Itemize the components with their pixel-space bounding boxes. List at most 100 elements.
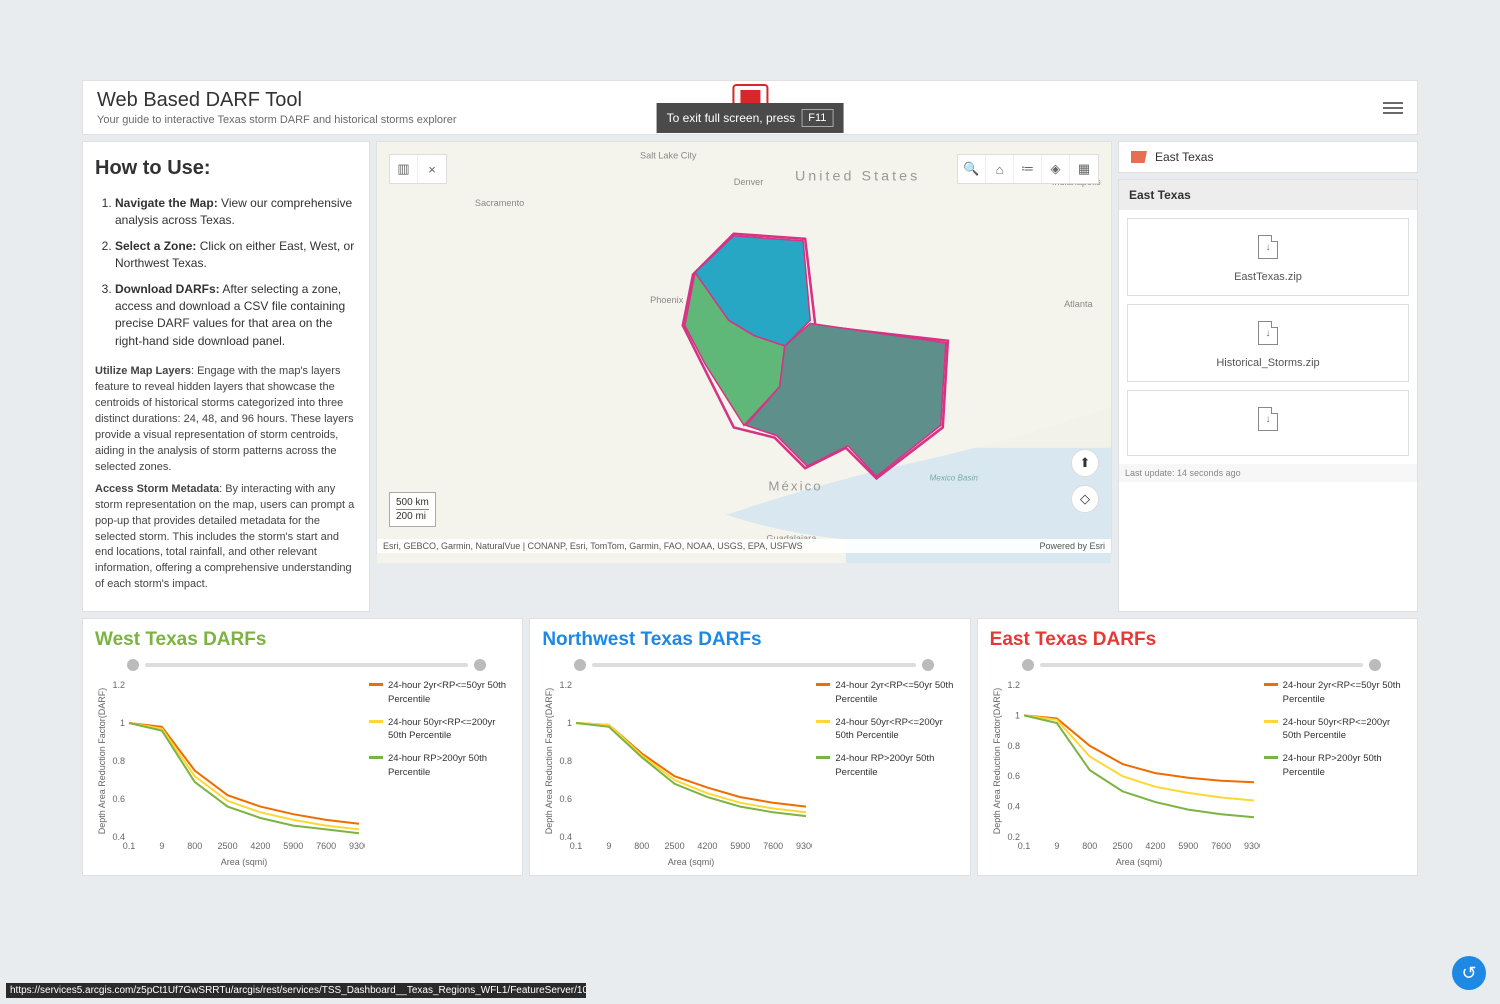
chart-northwest: 0.40.60.811.20.1980025004200590076009300… <box>542 679 812 869</box>
svg-text:7600: 7600 <box>1211 841 1231 851</box>
menu-button[interactable] <box>1383 99 1403 117</box>
chart-slider[interactable] <box>990 659 1405 671</box>
slider-handle-right[interactable] <box>1369 659 1381 671</box>
layers-button[interactable]: ◈ <box>1042 155 1070 183</box>
country-label: México <box>768 479 822 494</box>
download-item[interactable]: Historical_Storms.zip <box>1127 304 1409 382</box>
charts-row: West Texas DARFs 0.4 0.6 0.8 1 1.2 0.1 9 800 250… <box>82 618 1418 876</box>
city-label: Phoenix <box>650 295 684 305</box>
svg-text:0.1: 0.1 <box>570 841 583 851</box>
legend-swatch <box>816 756 830 759</box>
svg-text:Depth Area Reduction Factor(DA: Depth Area Reduction Factor(DARF) <box>97 688 107 835</box>
compass-button[interactable]: ⬆ <box>1071 449 1099 477</box>
svg-text:0.6: 0.6 <box>112 794 125 804</box>
last-update-text: Last update: 14 seconds ago <box>1119 464 1417 482</box>
svg-text:Depth Area Reduction Factor(DA: Depth Area Reduction Factor(DARF) <box>544 688 554 835</box>
chart-legend: 24-hour 2yr<RP<=50yr 50th Percentile 24-… <box>365 679 510 869</box>
svg-text:1: 1 <box>567 718 572 728</box>
download-filename: Historical_Storms.zip <box>1216 357 1319 369</box>
downloads-header: East Texas <box>1119 180 1417 210</box>
svg-text:2500: 2500 <box>218 841 238 851</box>
file-download-icon <box>1258 407 1278 431</box>
slider-handle-left[interactable] <box>1022 659 1034 671</box>
svg-text:Area (sqmi): Area (sqmi) <box>1115 857 1162 867</box>
map-attribution: Esri, GEBCO, Garmin, NaturalVue | CONANP… <box>377 539 1111 553</box>
file-download-icon <box>1258 235 1278 259</box>
chart-slider[interactable] <box>542 659 957 671</box>
svg-text:1.2: 1.2 <box>112 680 125 690</box>
city-label: Salt Lake City <box>640 150 697 160</box>
bookmark-button[interactable]: ▥ <box>390 155 418 183</box>
chart-legend: 24-hour 2yr<RP<=50yr 50th Percentile 24-… <box>812 679 957 869</box>
how-to-use-heading: How to Use: <box>95 154 357 183</box>
legend-swatch <box>816 720 830 723</box>
svg-text:0.4: 0.4 <box>1007 802 1020 812</box>
selected-zone-card[interactable]: East Texas <box>1118 141 1418 173</box>
svg-text:9: 9 <box>159 841 164 851</box>
basin-label: Mexico Basin <box>930 473 979 482</box>
svg-text:0.8: 0.8 <box>112 756 125 766</box>
slider-handle-right[interactable] <box>922 659 934 671</box>
refresh-button[interactable]: ↺ <box>1452 956 1486 990</box>
slider-handle-left[interactable] <box>127 659 139 671</box>
svg-text:7600: 7600 <box>763 841 783 851</box>
svg-text:9300: 9300 <box>796 841 812 851</box>
search-button[interactable]: 🔍 <box>958 155 986 183</box>
castle-icon <box>740 90 760 104</box>
slider-handle-right[interactable] <box>474 659 486 671</box>
locate-button[interactable]: ◇ <box>1071 485 1099 513</box>
map-controls-left: ▥ × <box>389 154 447 184</box>
step-2: Select a Zone: Click on either East, Wes… <box>115 238 357 273</box>
chart-panel-west: West Texas DARFs 0.40.60.811.20.19800250… <box>82 618 523 876</box>
basemap-button[interactable]: ▦ <box>1070 155 1098 183</box>
svg-text:Area (sqmi): Area (sqmi) <box>668 857 715 867</box>
svg-text:1: 1 <box>1015 711 1020 721</box>
chart-legend: 24-hour 2yr<RP<=50yr 50th Percentile 24-… <box>1260 679 1405 869</box>
slider-handle-left[interactable] <box>574 659 586 671</box>
legend-swatch <box>1264 720 1278 723</box>
legend-swatch <box>1264 756 1278 759</box>
chart-east: 0.20.40.60.811.20.1980025004200590076009… <box>990 679 1260 869</box>
svg-text:4200: 4200 <box>698 841 718 851</box>
svg-text:0.8: 0.8 <box>1007 741 1020 751</box>
map-canvas[interactable]: Salt Lake City Denver Sacramento United … <box>377 142 1111 563</box>
svg-text:9: 9 <box>1054 841 1059 851</box>
chart-title: East Texas DARFs <box>990 629 1405 651</box>
chart-title: West Texas DARFs <box>95 629 510 651</box>
svg-text:1.2: 1.2 <box>1007 680 1020 690</box>
status-bar-url: https://services5.arcgis.com/z5pCt1Uf7Gw… <box>6 983 586 998</box>
city-label: Atlanta <box>1064 299 1093 309</box>
chart-title: Northwest Texas DARFs <box>542 629 957 651</box>
chart-west: 0.40.60.811.20.1980025004200590076009300… <box>95 679 365 869</box>
f11-key-icon: F11 <box>801 109 833 127</box>
svg-text:0.8: 0.8 <box>560 756 573 766</box>
download-item[interactable] <box>1127 390 1409 456</box>
legend-swatch <box>369 756 383 759</box>
steps-list: Navigate the Map: View our comprehensive… <box>95 195 357 350</box>
svg-text:2500: 2500 <box>1112 841 1132 851</box>
map-panel[interactable]: Salt Lake City Denver Sacramento United … <box>376 141 1112 554</box>
city-label: Sacramento <box>475 198 524 208</box>
home-button[interactable]: ⌂ <box>986 155 1014 183</box>
layers-paragraph: Utilize Map Layers: Engage with the map'… <box>95 364 357 476</box>
svg-text:9300: 9300 <box>349 841 365 851</box>
svg-text:7600: 7600 <box>316 841 336 851</box>
legend-swatch <box>369 683 383 686</box>
legend-swatch <box>1264 683 1278 686</box>
svg-text:9: 9 <box>607 841 612 851</box>
chart-panel-northwest: Northwest Texas DARFs 0.40.60.811.20.198… <box>529 618 970 876</box>
city-label: Denver <box>734 177 764 187</box>
svg-text:2500: 2500 <box>665 841 685 851</box>
banner-text: To exit full screen, press <box>667 111 796 125</box>
chart-slider[interactable] <box>95 659 510 671</box>
metadata-paragraph: Access Storm Metadata: By interacting wi… <box>95 482 357 594</box>
download-filename: EastTexas.zip <box>1234 271 1302 283</box>
legend-swatch <box>369 720 383 723</box>
close-button[interactable]: × <box>418 155 446 183</box>
download-item[interactable]: EastTexas.zip <box>1127 218 1409 296</box>
chart-panel-east: East Texas DARFs 0.20.40.60.811.20.19800… <box>977 618 1418 876</box>
legend-button[interactable]: ≔ <box>1014 155 1042 183</box>
step-1: Navigate the Map: View our comprehensive… <box>115 195 357 230</box>
svg-text:800: 800 <box>635 841 650 851</box>
zone-swatch-icon <box>1131 151 1147 163</box>
